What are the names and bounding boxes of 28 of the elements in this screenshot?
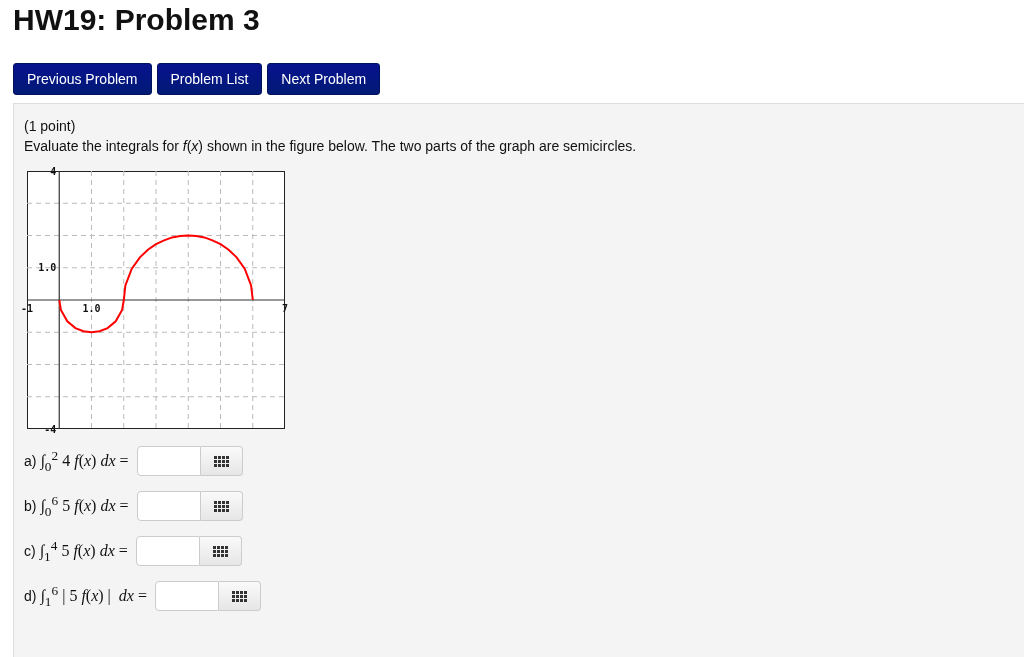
x-tick-label: 1.0 — [82, 303, 101, 314]
answer-field[interactable] — [154, 581, 219, 611]
problem-statement: Evaluate the integrals for f(x) shown in the figure below. The two parts of the graph are semicircles. — [24, 137, 638, 156]
equation-editor-button[interactable] — [200, 491, 243, 521]
y-tick-label: 1.0 — [38, 262, 57, 274]
part-label: b) — [24, 498, 37, 514]
nav-button[interactable]: Problem List — [156, 63, 263, 95]
nav-button[interactable]: Next Problem — [267, 63, 381, 95]
integral-formula: ∫$_{1}$$^{4}$ 5 f(x) dx = — [39, 537, 128, 565]
point-value: (1 point) — [24, 117, 77, 136]
integral-formula: ∫$_{0}$$^{6}$ 5 f(x) dx = — [40, 492, 129, 520]
equation-editor-button[interactable] — [200, 446, 243, 476]
grid-icon — [212, 545, 228, 557]
page-title: HW19: Problem 3 — [13, 2, 261, 38]
grid-icon — [231, 590, 247, 602]
part-label: a) — [24, 453, 37, 469]
grid-icon — [213, 500, 229, 512]
answer-field[interactable] — [135, 536, 200, 566]
integral-formula: ∫$_{0}$$^{2}$ 4 f(x) dx = — [40, 447, 129, 475]
nav-button[interactable]: Previous Problem — [13, 63, 152, 95]
answer-field[interactable] — [136, 491, 201, 521]
grid-icon — [213, 455, 229, 467]
part-label: d) — [24, 588, 37, 604]
integral-formula: ∫$_{1}$$^{6}$ | 5 f(x) | dx = — [40, 582, 147, 610]
answer-field[interactable] — [136, 446, 201, 476]
equation-editor-button[interactable] — [199, 536, 242, 566]
part-label: c) — [24, 543, 36, 559]
equation-editor-button[interactable] — [218, 581, 261, 611]
